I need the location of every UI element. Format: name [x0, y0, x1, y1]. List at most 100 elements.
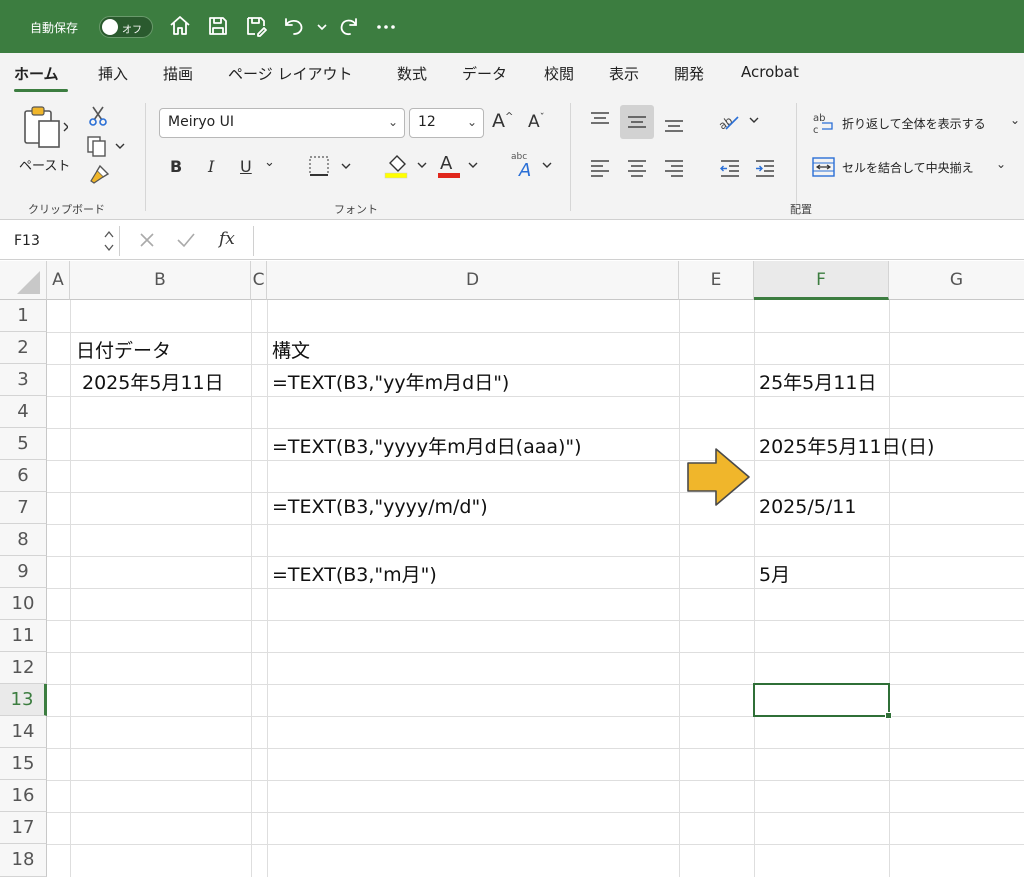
formula-input[interactable] — [253, 226, 1024, 256]
font-size-select[interactable]: 12 ⌄ — [409, 108, 484, 138]
fill-color-icon[interactable] — [384, 151, 430, 179]
paste-label[interactable]: ペースト — [19, 155, 70, 174]
more-icon[interactable] — [374, 14, 398, 38]
row-header-2[interactable]: 2 — [0, 332, 47, 364]
row-header-18[interactable]: 18 — [0, 844, 47, 877]
column-header-e[interactable]: E — [679, 261, 754, 300]
align-bottom-icon[interactable] — [663, 113, 685, 135]
row-header-14[interactable]: 14 — [0, 716, 47, 748]
row-header-10[interactable]: 10 — [0, 588, 47, 620]
wrap-text-button[interactable]: 折り返して全体を表示する — [842, 115, 986, 132]
undo-icon[interactable] — [282, 14, 306, 38]
cancel-icon[interactable] — [138, 231, 156, 249]
column-header-f[interactable]: F — [754, 261, 889, 300]
save-icon[interactable] — [206, 14, 230, 38]
column-header-g[interactable]: G — [889, 261, 1024, 300]
chevron-down-icon[interactable]: ⌄ — [264, 155, 275, 170]
increase-indent-icon[interactable] — [754, 157, 776, 179]
align-left-icon[interactable] — [589, 157, 611, 179]
right-arrow-shape[interactable] — [686, 447, 752, 511]
row-header-12[interactable]: 12 — [0, 652, 47, 684]
cell-f5[interactable]: 2025年5月11日(日) — [759, 432, 934, 459]
column-header-c[interactable]: C — [251, 261, 267, 300]
align-top-icon[interactable] — [589, 109, 611, 131]
insert-function-button[interactable]: fx — [219, 229, 235, 249]
bold-button[interactable]: B — [170, 157, 182, 176]
cut-icon[interactable] — [88, 105, 108, 127]
tab-review[interactable]: 校閲 — [544, 63, 574, 84]
cell-f3[interactable]: 25年5月11日 — [759, 368, 876, 395]
tab-formulas[interactable]: 数式 — [397, 63, 427, 84]
row-header-5[interactable]: 5 — [0, 428, 47, 460]
fill-handle[interactable] — [885, 712, 892, 719]
save-as-icon[interactable] — [244, 14, 268, 38]
increase-font-size-icon[interactable]: A^ — [492, 110, 513, 132]
row-header-1[interactable]: 1 — [0, 300, 47, 332]
cell-b2[interactable]: 日付データ — [76, 336, 171, 363]
tab-acrobat[interactable]: Acrobat — [741, 63, 799, 81]
row-header-11[interactable]: 11 — [0, 620, 47, 652]
row-header-3[interactable]: 3 — [0, 364, 47, 396]
tab-insert[interactable]: 挿入 — [98, 63, 128, 84]
decrease-indent-icon[interactable] — [719, 157, 741, 179]
orientation-icon[interactable]: ab — [718, 109, 762, 133]
cell-d3[interactable]: =TEXT(B3,"yy年m月d日") — [272, 368, 509, 395]
row-header-4[interactable]: 4 — [0, 396, 47, 428]
cell-d2[interactable]: 構文 — [272, 336, 310, 363]
home-icon[interactable] — [168, 14, 192, 38]
align-middle-icon[interactable] — [626, 111, 648, 133]
font-color-icon[interactable]: A — [437, 151, 483, 179]
grid-line — [47, 524, 1024, 525]
undo-dropdown-icon[interactable] — [310, 14, 327, 38]
tab-page-layout[interactable]: ページ レイアウト — [228, 63, 352, 84]
tab-draw[interactable]: 描画 — [163, 63, 193, 84]
cell-b3[interactable]: 2025年5月11日 — [82, 368, 224, 395]
tab-view[interactable]: 表示 — [609, 63, 639, 84]
name-box[interactable]: F13 — [0, 226, 120, 256]
decrease-font-size-icon[interactable]: Aˇ — [528, 112, 545, 132]
row-header-8[interactable]: 8 — [0, 524, 47, 556]
cell-d9[interactable]: =TEXT(B3,"m月") — [272, 560, 437, 587]
row-header-15[interactable]: 15 — [0, 748, 47, 780]
autosave-knob — [102, 19, 118, 35]
grid-line — [47, 556, 1024, 557]
enter-icon[interactable] — [176, 231, 196, 249]
merge-center-icon[interactable] — [812, 155, 836, 179]
cell-f7[interactable]: 2025/5/11 — [759, 496, 856, 518]
grid-line — [47, 460, 1024, 461]
column-header-a[interactable]: A — [47, 261, 70, 300]
autosave-toggle[interactable]: オフ — [99, 16, 153, 38]
column-header-b[interactable]: B — [70, 261, 251, 300]
redo-icon[interactable] — [337, 14, 361, 38]
wrap-text-icon[interactable]: ab c — [812, 111, 836, 135]
chevron-down-icon[interactable]: ⌄ — [1010, 113, 1020, 127]
row-header-16[interactable]: 16 — [0, 780, 47, 812]
column-header-d[interactable]: D — [267, 261, 679, 300]
align-center-icon[interactable] — [626, 157, 648, 179]
selected-cell-f13[interactable] — [753, 683, 890, 717]
underline-button[interactable]: U — [240, 157, 252, 176]
chevron-down-icon[interactable]: ⌄ — [996, 157, 1006, 171]
cell-d7[interactable]: =TEXT(B3,"yyyy/m/d") — [272, 496, 488, 518]
phonetic-guide-icon[interactable]: abc A — [509, 149, 555, 179]
row-header-13[interactable]: 13 — [0, 684, 47, 716]
tab-home[interactable]: ホーム — [14, 63, 59, 84]
format-painter-icon[interactable] — [88, 163, 112, 185]
borders-icon[interactable] — [308, 155, 352, 177]
font-name-select[interactable]: Meiryo UI ⌄ — [159, 108, 405, 138]
row-header-6[interactable]: 6 — [0, 460, 47, 492]
italic-button[interactable]: I — [208, 157, 214, 176]
cell-f9[interactable]: 5月 — [759, 560, 790, 587]
row-header-17[interactable]: 17 — [0, 812, 47, 844]
tab-developer[interactable]: 開発 — [674, 63, 704, 84]
name-box-stepper-icon[interactable] — [104, 229, 114, 253]
tab-data[interactable]: データ — [462, 63, 507, 84]
row-header-9[interactable]: 9 — [0, 556, 47, 588]
cell-d5[interactable]: =TEXT(B3,"yyyy年m月d日(aaa)") — [272, 432, 582, 459]
merge-center-button[interactable]: セルを結合して中央揃え — [842, 159, 974, 176]
row-header-7[interactable]: 7 — [0, 492, 47, 524]
align-right-icon[interactable] — [663, 157, 685, 179]
select-all-corner[interactable] — [0, 261, 47, 300]
copy-icon[interactable] — [86, 135, 126, 157]
paste-icon[interactable] — [22, 105, 68, 149]
